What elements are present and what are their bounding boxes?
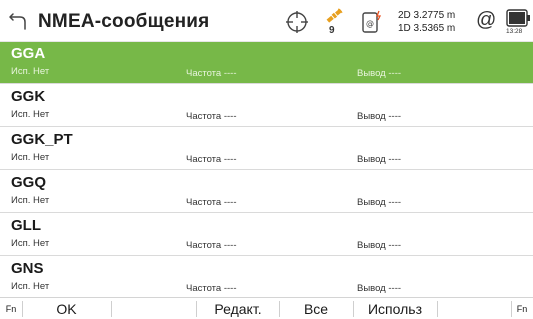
use-button[interactable]: Использ	[355, 298, 435, 319]
nmea-message-list: GGA Исп. Нет Частота ---- Вывод ---- GGK…	[0, 42, 533, 299]
accuracy-1d: 1D 3.5365 m	[398, 23, 456, 34]
toolbar-divider	[511, 301, 512, 317]
fn-right-button[interactable]: Fn	[513, 298, 531, 319]
message-output: Вывод ----	[357, 154, 402, 165]
message-name: GLL	[11, 217, 41, 234]
message-name: GNS	[11, 260, 44, 277]
message-output: Вывод ----	[357, 111, 402, 122]
message-use: Исп. Нет	[11, 195, 50, 206]
toolbar-divider	[353, 301, 354, 317]
clock-time: 13:28	[506, 28, 523, 35]
ok-button[interactable]: OK	[24, 298, 109, 319]
at-icon[interactable]: @	[476, 9, 496, 32]
back-icon[interactable]	[8, 11, 30, 31]
empty-softkey[interactable]	[439, 298, 509, 319]
crosshair-icon[interactable]	[285, 10, 309, 34]
message-name: GGQ	[11, 174, 47, 191]
message-frequency: Частота ----	[186, 68, 237, 79]
toolbar-divider	[279, 301, 280, 317]
message-use: Исп. Нет	[11, 281, 50, 292]
bottom-toolbar: Fn OK Редакт. Все Использ Fn	[0, 297, 533, 319]
list-item-ggk[interactable]: GGK Исп. Нет Частота ---- Вывод ----	[0, 85, 533, 127]
list-item-ggq[interactable]: GGQ Исп. Нет Частота ---- Вывод ----	[0, 171, 533, 213]
toolbar-divider	[111, 301, 112, 317]
list-item-ggk-pt[interactable]: GGK_PT Исп. Нет Частота ---- Вывод ----	[0, 128, 533, 170]
page-title: NMEA-сообщения	[38, 11, 210, 32]
satellite-count: 9	[329, 25, 335, 36]
header-bar: NMEA-сообщения 9 @ 2D 3.2775 m 1D 3.5365…	[0, 0, 533, 42]
message-frequency: Частота ----	[186, 240, 237, 251]
toolbar-divider	[22, 301, 23, 317]
toolbar-divider	[437, 301, 438, 317]
list-item-gns[interactable]: GNS Исп. Нет Частота ---- Вывод ----	[0, 257, 533, 299]
message-name: GGK	[11, 88, 46, 105]
message-output: Вывод ----	[357, 240, 402, 251]
message-name: GGA	[11, 45, 46, 62]
message-output: Вывод ----	[357, 197, 402, 208]
svg-text:@: @	[366, 19, 374, 28]
all-button[interactable]: Все	[281, 298, 351, 319]
message-output: Вывод ----	[357, 68, 402, 79]
edit-button[interactable]: Редакт.	[198, 298, 278, 319]
phone-link-icon[interactable]: @	[361, 9, 383, 35]
message-frequency: Частота ----	[186, 154, 237, 165]
toolbar-divider	[196, 301, 197, 317]
message-frequency: Частота ----	[186, 111, 237, 122]
list-item-gll[interactable]: GLL Исп. Нет Частота ---- Вывод ----	[0, 214, 533, 256]
message-use: Исп. Нет	[11, 66, 50, 77]
message-output: Вывод ----	[357, 283, 402, 294]
list-item-gga[interactable]: GGA Исп. Нет Частота ---- Вывод ----	[0, 42, 533, 84]
message-use: Исп. Нет	[11, 152, 50, 163]
message-frequency: Частота ----	[186, 197, 237, 208]
accuracy-2d: 2D 3.2775 m	[398, 10, 456, 21]
message-use: Исп. Нет	[11, 238, 50, 249]
accuracy-readout: 2D 3.2775 m 1D 3.5365 m	[398, 9, 455, 35]
message-frequency: Частота ----	[186, 283, 237, 294]
empty-softkey[interactable]	[113, 298, 195, 319]
message-use: Исп. Нет	[11, 109, 50, 120]
fn-left-button[interactable]: Fn	[2, 298, 20, 319]
message-name: GGK_PT	[11, 131, 73, 148]
